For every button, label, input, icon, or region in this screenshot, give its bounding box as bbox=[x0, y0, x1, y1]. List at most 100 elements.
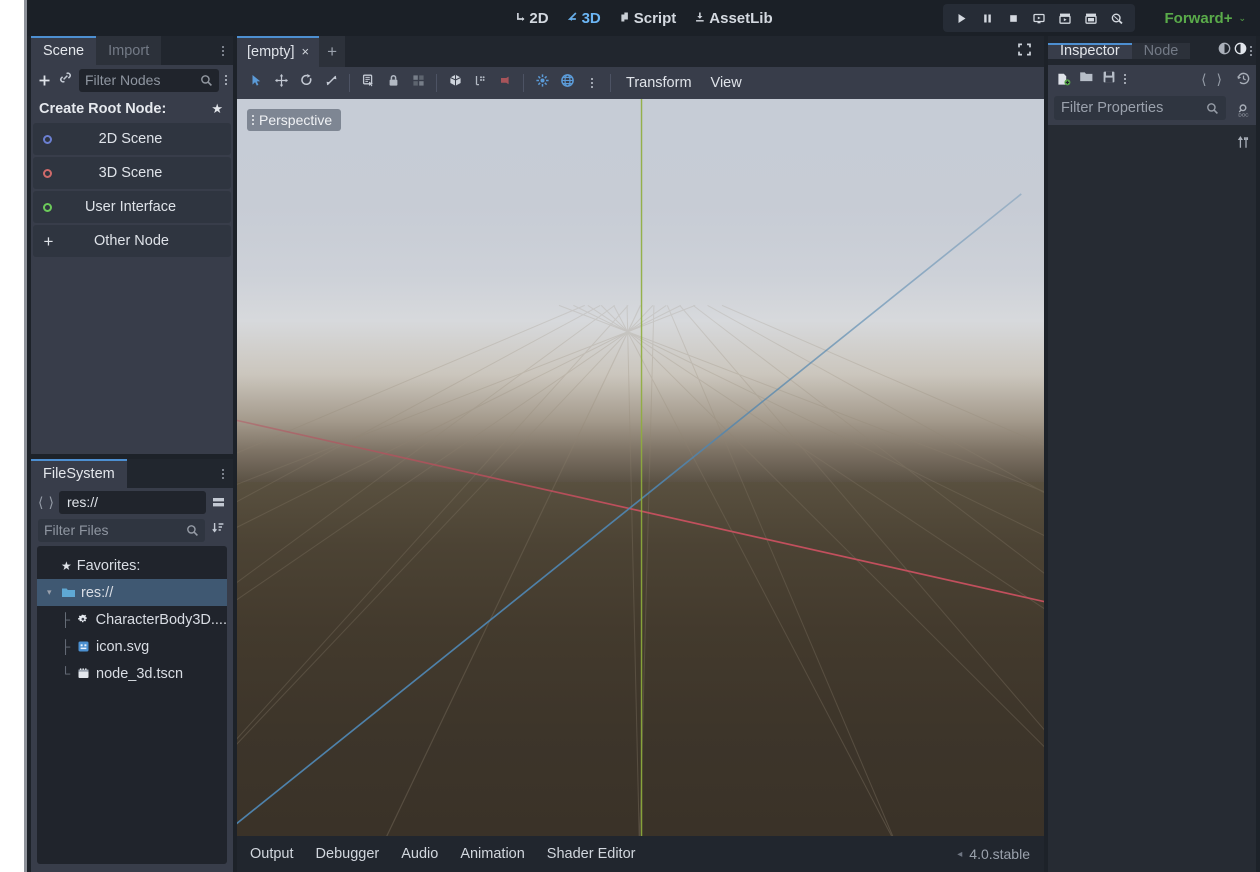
tab-inspector[interactable]: Inspector bbox=[1048, 42, 1132, 59]
world-space-button[interactable] bbox=[556, 72, 578, 94]
tab-node[interactable]: Node bbox=[1131, 42, 1191, 59]
list-select-button[interactable] bbox=[357, 72, 379, 94]
script-icon bbox=[619, 11, 631, 26]
scene-tree-options-button[interactable] bbox=[225, 75, 227, 85]
play-project-button[interactable] bbox=[949, 7, 973, 29]
create-root-3d-scene[interactable]: 3D Scene bbox=[33, 157, 231, 189]
current-path-field[interactable]: res:// bbox=[58, 490, 206, 514]
stop-project-button[interactable] bbox=[1001, 7, 1025, 29]
transform-menu[interactable]: Transform bbox=[618, 73, 700, 93]
play-scene-icon bbox=[1032, 12, 1046, 25]
filesystem-row-node3d-tscn[interactable]: └ node_3d.tscn bbox=[37, 660, 227, 687]
play-custom-scene-button[interactable] bbox=[1053, 7, 1077, 29]
main-tab-2d[interactable]: 2D bbox=[507, 7, 555, 30]
scene-dock-menu-button[interactable] bbox=[213, 36, 233, 65]
scene-tab-empty[interactable]: [empty] × bbox=[237, 36, 320, 67]
filesystem-favorites-label: Favorites: bbox=[76, 557, 141, 574]
main-tab-3d[interactable]: 3D bbox=[560, 7, 608, 30]
scale-mode-button[interactable] bbox=[320, 72, 342, 94]
add-node-button[interactable] bbox=[37, 73, 52, 88]
play-current-scene-button[interactable] bbox=[1027, 7, 1051, 29]
tab-import[interactable]: Import bbox=[96, 36, 162, 65]
pause-project-button[interactable] bbox=[975, 7, 999, 29]
movie-maker-mode-button[interactable] bbox=[1079, 7, 1103, 29]
create-root-user-interface[interactable]: User Interface bbox=[33, 191, 231, 223]
history-prev-icon[interactable] bbox=[1218, 42, 1231, 60]
vertical-dots-icon[interactable] bbox=[1250, 45, 1252, 56]
filter-properties-input[interactable]: Filter Properties bbox=[1054, 96, 1226, 120]
history-clock-icon[interactable] bbox=[1236, 71, 1251, 91]
distraction-free-mode-button[interactable] bbox=[1005, 36, 1044, 67]
run-toolbar bbox=[943, 4, 1135, 32]
viewport-more-options-button[interactable] bbox=[581, 72, 603, 94]
star-icon: ★ bbox=[61, 558, 72, 573]
chevron-down-icon[interactable]: ▾ bbox=[47, 587, 56, 598]
load-resource-button[interactable] bbox=[1079, 70, 1094, 88]
bottom-tab-output[interactable]: Output bbox=[241, 841, 303, 867]
filter-files-input[interactable]: Filter Files bbox=[38, 518, 205, 542]
version-indicator[interactable]: ◂ 4.0.stable bbox=[957, 846, 1040, 862]
create-root-2d-scene[interactable]: 2D Scene bbox=[33, 123, 231, 155]
version-label: 4.0.stable bbox=[969, 846, 1030, 862]
create-root-user-interface-label: User Interface bbox=[84, 199, 177, 215]
filter-properties-placeholder: Filter Properties bbox=[1061, 100, 1164, 116]
view-menu[interactable]: View bbox=[703, 73, 750, 93]
camera-preview-button[interactable] bbox=[494, 72, 516, 94]
move-mode-button[interactable] bbox=[270, 72, 292, 94]
play-icon bbox=[955, 12, 968, 25]
inspector-back-button[interactable]: ⟨ bbox=[1201, 71, 1206, 88]
bottom-tab-shader-editor[interactable]: Shader Editor bbox=[538, 841, 645, 867]
tools-icon[interactable] bbox=[1236, 135, 1251, 155]
chevron-left-icon[interactable]: ⟨ bbox=[38, 494, 43, 511]
vertical-dots-icon bbox=[591, 78, 593, 88]
filesystem-dock-tabbar: FileSystem bbox=[31, 459, 233, 488]
remote-debug-button[interactable] bbox=[1105, 7, 1129, 29]
favorite-star-icon[interactable]: ★ bbox=[211, 101, 223, 117]
resource-extra-menu-button[interactable] bbox=[1124, 74, 1126, 84]
save-resource-button[interactable] bbox=[1102, 70, 1116, 89]
filter-nodes-input[interactable]: Filter Nodes bbox=[79, 68, 219, 92]
filesystem-row-res-root[interactable]: ▾ res:// bbox=[37, 579, 227, 606]
local-space-button[interactable] bbox=[531, 72, 553, 94]
x-axis-line bbox=[237, 419, 1044, 603]
filesystem-row-label: node_3d.tscn bbox=[96, 665, 184, 682]
filesystem-dock-menu-button[interactable] bbox=[213, 459, 233, 488]
snap-mode-button[interactable] bbox=[444, 72, 466, 94]
scene-icon bbox=[76, 667, 91, 680]
renderer-selector[interactable]: Forward+ ⌄ bbox=[1161, 7, 1250, 30]
toggle-split-mode-button[interactable] bbox=[211, 495, 226, 510]
3d-viewport[interactable]: Perspective bbox=[237, 99, 1044, 836]
bottom-tab-debugger[interactable]: Debugger bbox=[307, 841, 389, 867]
close-icon[interactable]: × bbox=[302, 44, 310, 59]
select-mode-button[interactable] bbox=[245, 72, 267, 94]
new-scene-tab-button[interactable]: + bbox=[319, 36, 346, 67]
left-dock-column: Scene Import Filter Nodes Create Root No… bbox=[31, 36, 233, 872]
group-selection-button[interactable] bbox=[407, 72, 429, 94]
plus-icon: + bbox=[43, 231, 54, 251]
documentation-icon[interactable]: DOC bbox=[1236, 103, 1251, 123]
snap-settings-button[interactable] bbox=[469, 72, 491, 94]
perspective-menu-button[interactable]: Perspective bbox=[247, 109, 342, 131]
bottom-tab-audio[interactable]: Audio bbox=[392, 841, 447, 867]
inspector-properties-area[interactable] bbox=[1048, 125, 1256, 872]
filesystem-row-label: CharacterBody3D.... bbox=[95, 611, 227, 628]
inspector-forward-button[interactable]: ⟩ bbox=[1217, 71, 1222, 88]
sort-files-button[interactable] bbox=[211, 520, 226, 540]
instantiate-scene-button[interactable] bbox=[58, 70, 73, 90]
rotate-mode-button[interactable] bbox=[295, 72, 317, 94]
main-tab-script[interactable]: Script bbox=[612, 7, 684, 30]
svg-text:DOC: DOC bbox=[1238, 112, 1249, 117]
bottom-tab-animation[interactable]: Animation bbox=[451, 841, 533, 867]
filesystem-row-characterbody3d[interactable]: ├ CharacterBody3D.... bbox=[37, 606, 227, 633]
filesystem-tree[interactable]: ★ Favorites: ▾ res:// ├ CharacterBody3D.… bbox=[37, 546, 227, 864]
chevron-right-icon[interactable]: ⟩ bbox=[48, 494, 53, 511]
image-icon bbox=[76, 640, 91, 653]
tab-scene[interactable]: Scene bbox=[31, 36, 97, 65]
filesystem-row-icon-svg[interactable]: ├ icon.svg bbox=[37, 633, 227, 660]
lock-selection-button[interactable] bbox=[382, 72, 404, 94]
tab-filesystem[interactable]: FileSystem bbox=[31, 459, 127, 488]
main-tab-assetlib[interactable]: AssetLib bbox=[687, 7, 779, 30]
history-next-icon[interactable] bbox=[1234, 42, 1247, 60]
create-root-other-node[interactable]: + Other Node bbox=[33, 225, 231, 257]
new-resource-button[interactable] bbox=[1056, 72, 1071, 87]
